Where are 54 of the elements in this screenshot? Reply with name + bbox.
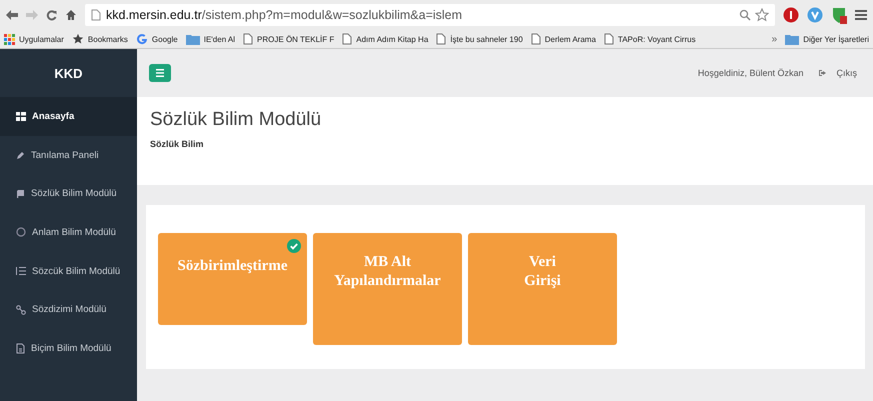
bookmark[interactable]: Google <box>136 33 178 45</box>
bookmark[interactable]: İşte bu sahneler 190 <box>436 33 523 45</box>
bookmark[interactable]: IE'den Al <box>186 34 236 44</box>
page-icon <box>243 33 254 45</box>
sidebar-item[interactable]: Sözlük Bilim Modülü <box>0 174 137 214</box>
page-icon <box>436 33 446 45</box>
page-icon <box>91 9 101 21</box>
address-bar[interactable]: kkd.mersin.edu.tr/sistem.php?m=modul&w=sozlukbilim&a=islem <box>85 4 775 26</box>
sidebar-item[interactable]: Anlam Bilim Modülü <box>0 213 137 252</box>
bookmark[interactable]: TAPoR: Voyant Cirrus <box>604 33 696 45</box>
page-icon <box>530 33 541 45</box>
page-title: Sözlük Bilim Modülü <box>150 109 322 131</box>
google-icon <box>136 33 148 45</box>
folder-icon <box>785 34 800 44</box>
list-icon <box>16 266 26 276</box>
reload-icon[interactable] <box>46 10 57 20</box>
home-icon[interactable] <box>65 9 77 21</box>
brand-title: KKD <box>53 64 84 82</box>
overflow-button[interactable]: » <box>772 34 778 44</box>
sidebar-item[interactable]: Tanılama Paneli <box>0 136 137 174</box>
extension-icon[interactable] <box>783 7 799 23</box>
logout-icon <box>819 69 828 77</box>
menu-icon[interactable] <box>855 9 867 21</box>
zoom-icon[interactable] <box>739 9 751 21</box>
page-icon <box>604 33 614 45</box>
bookmark[interactable]: Uygulamalar <box>4 34 64 44</box>
bookmark[interactable]: Diğer Yer İşaretleri <box>785 34 869 44</box>
breadcrumb: Sözlük Bilim <box>150 139 205 149</box>
bookmark[interactable]: Adım Adım Kitap Ha <box>342 33 428 45</box>
url-text: kkd.mersin.edu.tr/sistem.php?m=modul&w=sozlukbilim&a=islem <box>106 8 462 22</box>
extension-icon[interactable] <box>807 7 823 23</box>
back-icon[interactable] <box>6 10 18 20</box>
bookmark[interactable]: Bookmarks <box>72 33 128 45</box>
sidebar-item[interactable]: Anasayfa <box>0 97 137 136</box>
circle-icon <box>16 227 26 238</box>
page-icon <box>342 33 352 45</box>
star-icon[interactable] <box>755 8 769 22</box>
document-icon <box>16 342 25 354</box>
apps-icon <box>4 34 15 44</box>
bookmark[interactable]: PROJE ÖN TEKLİF F <box>243 33 334 45</box>
menu-button[interactable] <box>149 64 171 82</box>
welcome-text: Hoşgeldiniz, Bülent Özkan <box>698 68 804 78</box>
menu-icon <box>156 69 164 77</box>
sidebar-item[interactable]: Sözdizimi Modülü <box>0 290 137 330</box>
bookmark[interactable]: Derlem Arama <box>530 33 596 45</box>
sidebar-item[interactable]: Biçim Bilim Modülü <box>0 329 137 368</box>
star-icon <box>72 33 84 45</box>
link-icon <box>16 304 26 315</box>
sidebar-item[interactable]: Sözcük Bilim Modülü <box>0 252 137 290</box>
grid-icon <box>16 112 26 121</box>
pencil-icon <box>16 150 25 160</box>
logout-link[interactable]: Çıkış <box>836 68 857 78</box>
folder-icon <box>186 34 200 44</box>
shield-icon[interactable] <box>831 6 847 24</box>
